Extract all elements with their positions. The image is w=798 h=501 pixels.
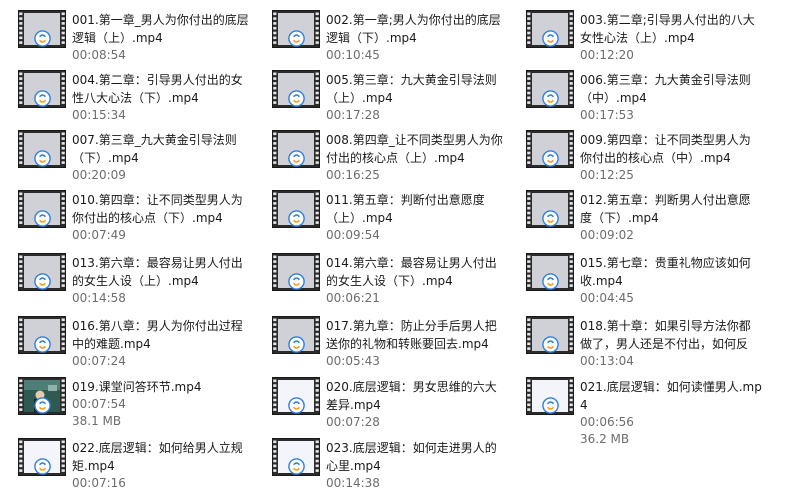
file-duration: 00:12:25 (580, 168, 634, 182)
player-app-icon (288, 273, 305, 290)
file-name: 022.底层逻辑：如何给男人立规矩.mp4 (72, 441, 243, 473)
player-app-icon (34, 210, 51, 227)
file-duration: 00:15:34 (72, 108, 126, 122)
file-duration: 00:12:20 (580, 48, 634, 62)
file-size: 36.2 MB (580, 432, 630, 446)
player-app-icon (542, 336, 559, 353)
player-app-icon (542, 397, 559, 414)
file-name: 010.第四章：让不同类型男人为你付出的核心点（下）.mp4 (72, 193, 243, 225)
file-duration: 00:07:54 (72, 397, 126, 411)
file-name: 015.第七章：贵重礼物应该如何收.mp4 (580, 256, 751, 288)
file-duration: 00:07:24 (72, 354, 126, 368)
file-duration: 00:05:43 (326, 354, 380, 368)
file-item-015[interactable]: 015.第七章：贵重礼物应该如何收.mp4 00:04:45 (508, 248, 758, 308)
file-name: 012.第五章：判断男人付出意愿度（下）.mp4 (580, 193, 751, 225)
file-duration: 00:07:28 (326, 415, 380, 429)
file-name: 007.第三章_九大黄金引导法则（下）.mp4 (72, 133, 237, 165)
file-duration: 00:16:25 (326, 168, 380, 182)
file-duration: 00:09:54 (326, 228, 380, 242)
file-item-012[interactable]: 012.第五章：判断男人付出意愿度（下）.mp4 00:09:02 (508, 185, 758, 245)
player-app-icon (288, 397, 305, 414)
player-app-icon (34, 336, 51, 353)
file-item-023[interactable]: 023.底层逻辑：如何走进男人的心里.mp4 00:14:38 (254, 433, 504, 493)
file-item-006[interactable]: 006.第三章：九大黄金引导法则（中）.mp4 00:17:53 (508, 65, 758, 125)
file-item-010[interactable]: 010.第四章：让不同类型男人为你付出的核心点（下）.mp4 00:07:49 (0, 185, 250, 245)
file-item-019[interactable]: 019.课堂问答环节.mp4 00:07:54 38.1 MB (0, 372, 250, 432)
file-duration: 00:07:16 (72, 476, 126, 490)
file-item-021[interactable]: 021.底层逻辑：如何读懂男人.mp4 00:06:56 36.2 MB (508, 372, 762, 446)
player-app-icon (288, 458, 305, 475)
player-app-icon (34, 150, 51, 167)
file-name: 013.第六章：最容易让男人付出的女生人设（上）.mp4 (72, 256, 243, 288)
file-name: 006.第三章：九大黄金引导法则（中）.mp4 (580, 73, 751, 105)
file-duration: 00:20:09 (72, 168, 126, 182)
file-name: 019.课堂问答环节.mp4 (72, 380, 202, 394)
file-duration: 00:04:45 (580, 291, 634, 305)
file-item-014[interactable]: 014.第六章：最容易让男人付出的女生人设（下）.mp4 00:06:21 (254, 248, 504, 308)
player-app-icon (542, 90, 559, 107)
file-duration: 00:09:02 (580, 228, 634, 242)
player-app-icon (288, 90, 305, 107)
file-item-001[interactable]: 001.第一章_男人为你付出的底层逻辑（上）.mp4 00:08:54 (0, 5, 250, 65)
file-item-005[interactable]: 005.第三章：九大黄金引导法则（上）.mp4 00:17:28 (254, 65, 504, 125)
player-app-icon (542, 30, 559, 47)
player-app-icon (288, 210, 305, 227)
file-duration: 00:14:38 (326, 476, 380, 490)
file-duration: 00:14:58 (72, 291, 126, 305)
file-item-018[interactable]: 018.第十章：如果引导方法你都做了，男人还是不付出，如何反馈... 00:13… (508, 311, 758, 371)
file-item-009[interactable]: 009.第四章：让不同类型男人为你付出的核心点（中）.mp4 00:12:25 (508, 125, 758, 185)
file-name: 014.第六章：最容易让男人付出的女生人设（下）.mp4 (326, 256, 497, 288)
file-name: 021.底层逻辑：如何读懂男人.mp4 (580, 380, 762, 412)
file-item-017[interactable]: 017.第九章：防止分手后男人把送你的礼物和转账要回去.mp4 00:05:43 (254, 311, 504, 371)
file-name: 023.底层逻辑：如何走进男人的心里.mp4 (326, 441, 497, 473)
file-name: 008.第四章_让不同类型男人为你付出的核心点（上）.mp4 (326, 133, 503, 165)
file-duration: 00:10:45 (326, 48, 380, 62)
file-duration: 00:17:28 (326, 108, 380, 122)
player-app-icon (34, 273, 51, 290)
file-item-013[interactable]: 013.第六章：最容易让男人付出的女生人设（上）.mp4 00:14:58 (0, 248, 250, 308)
file-duration: 00:17:53 (580, 108, 634, 122)
player-app-icon (542, 150, 559, 167)
file-name: 009.第四章：让不同类型男人为你付出的核心点（中）.mp4 (580, 133, 751, 165)
file-item-008[interactable]: 008.第四章_让不同类型男人为你付出的核心点（上）.mp4 00:16:25 (254, 125, 504, 185)
file-grid: 001.第一章_男人为你付出的底层逻辑（上）.mp4 00:08:54 002.… (0, 0, 798, 501)
file-item-011[interactable]: 011.第五章：判断付出意愿度（上）.mp4 00:09:54 (254, 185, 504, 245)
file-name: 011.第五章：判断付出意愿度（上）.mp4 (326, 193, 485, 225)
player-app-icon (288, 30, 305, 47)
file-item-016[interactable]: 016.第八章：男人为你付出过程中的难题.mp4 00:07:24 (0, 311, 250, 371)
file-item-007[interactable]: 007.第三章_九大黄金引导法则（下）.mp4 00:20:09 (0, 125, 250, 185)
file-duration: 00:13:04 (580, 354, 634, 368)
player-app-icon (542, 273, 559, 290)
file-duration: 00:06:56 (580, 415, 634, 429)
file-duration: 00:08:54 (72, 48, 126, 62)
file-size: 38.1 MB (72, 414, 122, 428)
file-name: 001.第一章_男人为你付出的底层逻辑（上）.mp4 (72, 13, 249, 45)
file-name: 016.第八章：男人为你付出过程中的难题.mp4 (72, 319, 243, 351)
player-app-icon (34, 458, 51, 475)
file-item-003[interactable]: 003.第二章;引导男人付出的八大女性心法（上）.mp4 00:12:20 (508, 5, 758, 65)
file-name: 005.第三章：九大黄金引导法则（上）.mp4 (326, 73, 497, 105)
file-name: 004.第二章：引导男人付出的女性八大心法（下）.mp4 (72, 73, 243, 105)
player-app-icon (34, 397, 51, 414)
player-app-icon (542, 210, 559, 227)
player-app-icon (288, 336, 305, 353)
file-name: 017.第九章：防止分手后男人把送你的礼物和转账要回去.mp4 (326, 319, 497, 351)
file-name: 020.底层逻辑：男女思维的六大差异.mp4 (326, 380, 497, 412)
player-app-icon (288, 150, 305, 167)
player-app-icon (34, 90, 51, 107)
file-item-020[interactable]: 020.底层逻辑：男女思维的六大差异.mp4 00:07:28 (254, 372, 504, 432)
file-duration: 00:06:21 (326, 291, 380, 305)
file-item-004[interactable]: 004.第二章：引导男人付出的女性八大心法（下）.mp4 00:15:34 (0, 65, 250, 125)
file-name: 002.第一章;男人为你付出的底层逻辑（下）.mp4 (326, 13, 501, 45)
file-item-002[interactable]: 002.第一章;男人为你付出的底层逻辑（下）.mp4 00:10:45 (254, 5, 504, 65)
file-name: 003.第二章;引导男人付出的八大女性心法（上）.mp4 (580, 13, 755, 45)
file-duration: 00:07:49 (72, 228, 126, 242)
file-item-022[interactable]: 022.底层逻辑：如何给男人立规矩.mp4 00:07:16 (0, 433, 250, 493)
player-app-icon (34, 30, 51, 47)
file-name: 018.第十章：如果引导方法你都做了，男人还是不付出，如何反馈... (580, 319, 751, 351)
